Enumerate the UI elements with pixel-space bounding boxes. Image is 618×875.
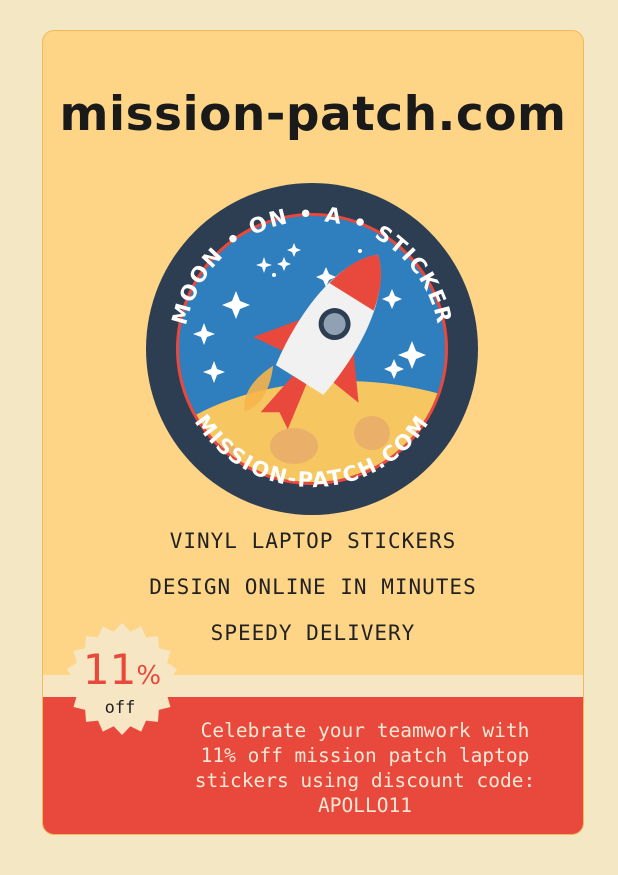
badge-off-label: off [104,698,136,718]
site-title[interactable]: mission-patch.com [43,87,583,142]
rocket-patch-icon: MOON • ON • A • STICKER MISSION-PATCH.CO… [146,183,478,515]
discount-badge: 11% off [64,621,180,737]
tagline-1: VINYL LAPTOP STICKERS [169,529,457,553]
badge-value: 11 [82,645,137,694]
badge-unit: % [136,661,162,691]
mission-patch-logo: MOON • ON • A • STICKER MISSION-PATCH.CO… [144,181,480,517]
badge-percent: 11% [64,649,180,697]
tagline-2: DESIGN ONLINE IN MINUTES [149,575,477,599]
promo-text: Celebrate your teamwork with 11% off mis… [194,719,536,817]
